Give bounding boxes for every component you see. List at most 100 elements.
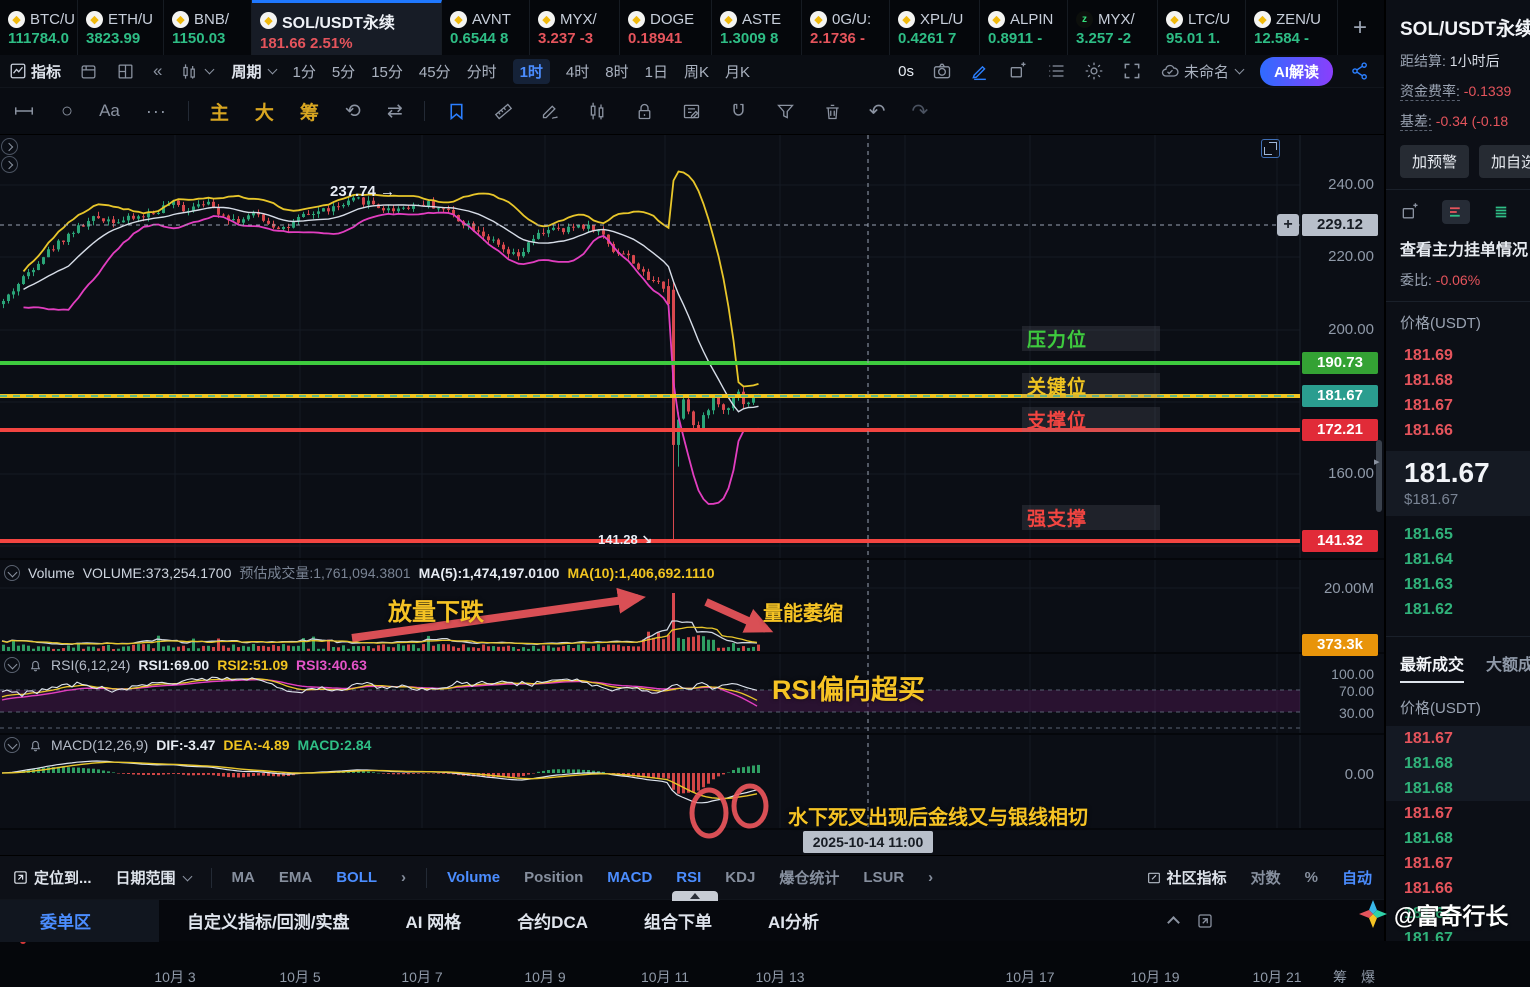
alert-bell-icon-2[interactable] <box>28 738 43 753</box>
ticker-tab-1[interactable]: ◆ ETH/U 3823.99 <box>78 0 164 55</box>
depth-list-icon[interactable] <box>1492 203 1510 221</box>
timeframe-1日[interactable]: 1日 <box>645 61 668 82</box>
bottom-item-18[interactable]: % <box>1305 869 1318 886</box>
ticker-tab-5[interactable]: ◆ MYX/3.237 -3 <box>530 0 620 55</box>
timeframe-分时[interactable]: 分时 <box>467 61 497 82</box>
bottom-item-9[interactable]: Position <box>524 869 583 886</box>
sidebar-expand-arrow[interactable]: ▸ <box>1374 455 1380 468</box>
popup-window-icon[interactable] <box>1008 61 1028 81</box>
redo-icon[interactable]: ↷ <box>912 99 929 124</box>
ticker-tab-3[interactable]: ◆ SOL/USDT永续 181.66 2.51% <box>252 0 442 55</box>
candle-style-icon[interactable] <box>180 62 215 81</box>
ticker-tab-7[interactable]: ◆ ASTE 1.3009 8 <box>712 0 802 55</box>
timeframe-1时[interactable]: 1时 <box>512 58 550 84</box>
ruler-icon[interactable] <box>493 101 514 122</box>
panel-collapse-handle[interactable] <box>672 891 718 901</box>
bookmark-icon[interactable] <box>446 101 467 122</box>
bottom-item-17[interactable]: 对数 <box>1251 867 1281 888</box>
ticker-tab-4[interactable]: ◆ AVNT 0.6544 8 <box>442 0 530 55</box>
collapse-rsi-icon[interactable] <box>4 657 20 673</box>
circle-tool-icon[interactable]: ○ <box>61 100 73 123</box>
ticker-tab-13[interactable]: ◆ ZEN/U 12.584 - <box>1246 0 1338 55</box>
tab-自定义指标/回测/实盘[interactable]: 自定义指标/回测/实盘 <box>187 908 349 933</box>
ask-row[interactable]: 181.67 <box>1386 393 1530 418</box>
ask-row[interactable]: 181.68 <box>1386 368 1530 393</box>
chart-area[interactable]: 240.00 220.00 200.00 160.00 压力位 190.73 关键位 181.… <box>0 135 1384 985</box>
ticker-tab-9[interactable]: ◆ XPL/U 0.4261 7 <box>890 0 980 55</box>
measure-line-icon[interactable] <box>13 100 35 122</box>
chart-expand-icon[interactable] <box>1261 139 1280 158</box>
ticker-tab-0[interactable]: ◆ BTC/U 111784.0 <box>0 0 78 55</box>
bottom-item-0[interactable]: 定位到... <box>12 867 92 888</box>
ticker-tab-6[interactable]: ◆ DOGE 0.18941 <box>620 0 712 55</box>
add-watchlist-button[interactable]: 加自选 <box>1479 145 1530 178</box>
bottom-item-6[interactable]: › <box>401 869 406 886</box>
tab-组合下单[interactable]: 组合下单 <box>644 908 712 933</box>
bid-row[interactable]: 181.65 <box>1386 522 1530 547</box>
bottom-item-14[interactable]: LSUR <box>863 869 904 886</box>
orderbook-view-icon[interactable] <box>1442 200 1470 224</box>
refresh-draw-icon[interactable]: ⟲ <box>345 100 361 123</box>
candles-tool-icon[interactable] <box>587 101 608 122</box>
ask-row[interactable]: 181.69 <box>1386 343 1530 368</box>
indicator-button[interactable]: 指标 <box>9 61 61 82</box>
ticker-tab-12[interactable]: ◆ LTC/U 95.01 1. <box>1158 0 1246 55</box>
note-edit-icon[interactable] <box>681 101 702 122</box>
bottom-item-11[interactable]: RSI <box>676 869 701 886</box>
replay-icon[interactable]: « <box>153 61 162 81</box>
timeframe-月K[interactable]: 月K <box>725 61 750 82</box>
gear-icon[interactable] <box>1084 61 1104 81</box>
tab-委单区[interactable]: 委单区 <box>0 899 159 942</box>
layout-grid-icon[interactable] <box>116 62 135 81</box>
add-alert-button[interactable]: 加预警 <box>1400 145 1470 178</box>
main-orders-link[interactable]: 查看主力挂单情况 <box>1400 236 1530 260</box>
axis-extra-筹[interactable]: 筹 <box>1333 967 1347 987</box>
popout-orderbook-icon[interactable] <box>1400 202 1420 222</box>
collapse-volume-icon[interactable] <box>4 565 20 581</box>
timeframe-4时[interactable]: 4时 <box>566 61 589 82</box>
axis-extra-爆[interactable]: 爆 <box>1361 967 1375 987</box>
timeframe-45分[interactable]: 45分 <box>419 61 451 82</box>
bottom-item-1[interactable]: 日期范围 <box>116 867 192 888</box>
tab-latest-trades[interactable]: 最新成交 <box>1400 651 1465 683</box>
fullscreen-icon[interactable] <box>1122 61 1142 81</box>
bid-row[interactable]: 181.64 <box>1386 547 1530 572</box>
bottom-item-16[interactable]: 社区指标 <box>1146 867 1227 888</box>
timeframe-5分[interactable]: 5分 <box>332 61 355 82</box>
bottom-item-15[interactable]: › <box>928 869 933 886</box>
ask-row[interactable]: 181.66 <box>1386 418 1530 443</box>
draw-pencil-icon[interactable] <box>970 61 990 81</box>
tool-筹[interactable]: 筹 <box>300 98 319 125</box>
magnet-icon[interactable] <box>728 101 749 122</box>
tab-AI分析[interactable]: AI分析 <box>768 908 819 933</box>
tab-large-trades[interactable]: 大额成交 <box>1486 651 1530 683</box>
camera-icon[interactable] <box>932 61 952 81</box>
expand-panel-icon[interactable] <box>1196 912 1214 930</box>
bottom-item-4[interactable]: EMA <box>279 869 312 886</box>
tool-主[interactable]: 主 <box>210 98 229 125</box>
alert-bell-icon[interactable] <box>28 658 43 673</box>
cloud-layout-menu[interactable]: 未命名 <box>1160 61 1245 82</box>
tool-大[interactable]: 大 <box>255 98 274 125</box>
tab-合约DCA[interactable]: 合约DCA <box>517 908 588 933</box>
bottom-item-19[interactable]: 自动 <box>1342 867 1372 888</box>
bottom-item-8[interactable]: Volume <box>447 869 500 886</box>
timeframe-周K[interactable]: 周K <box>684 61 709 82</box>
add-ticker-button[interactable]: + <box>1338 0 1382 55</box>
ticker-tab-10[interactable]: ◆ ALPIN 0.8911 - <box>980 0 1068 55</box>
ticker-tab-11[interactable]: z MYX/3.257 -2 <box>1068 0 1158 55</box>
undo-icon[interactable]: ↶ <box>869 99 886 124</box>
bottom-item-5[interactable]: BOLL <box>336 869 377 886</box>
period-menu[interactable]: 周期 <box>231 61 277 82</box>
collapse-macd-icon[interactable] <box>4 737 20 753</box>
tab-AI 网格[interactable]: AI 网格 <box>405 908 461 933</box>
bottom-item-13[interactable]: 爆仓统计 <box>779 867 839 888</box>
timeframe-15分[interactable]: 15分 <box>371 61 403 82</box>
timeframe-8时[interactable]: 8时 <box>605 61 628 82</box>
list-settings-icon[interactable] <box>1046 61 1066 81</box>
bid-row[interactable]: 181.63 <box>1386 572 1530 597</box>
ai-analysis-button[interactable]: AI解读 <box>1259 56 1333 86</box>
ticker-tab-8[interactable]: ◆ 0G/U: 2.1736 - <box>802 0 890 55</box>
share-icon[interactable] <box>1350 61 1370 81</box>
ticker-tab-2[interactable]: ◆ BNB/1150.03 <box>164 0 252 55</box>
